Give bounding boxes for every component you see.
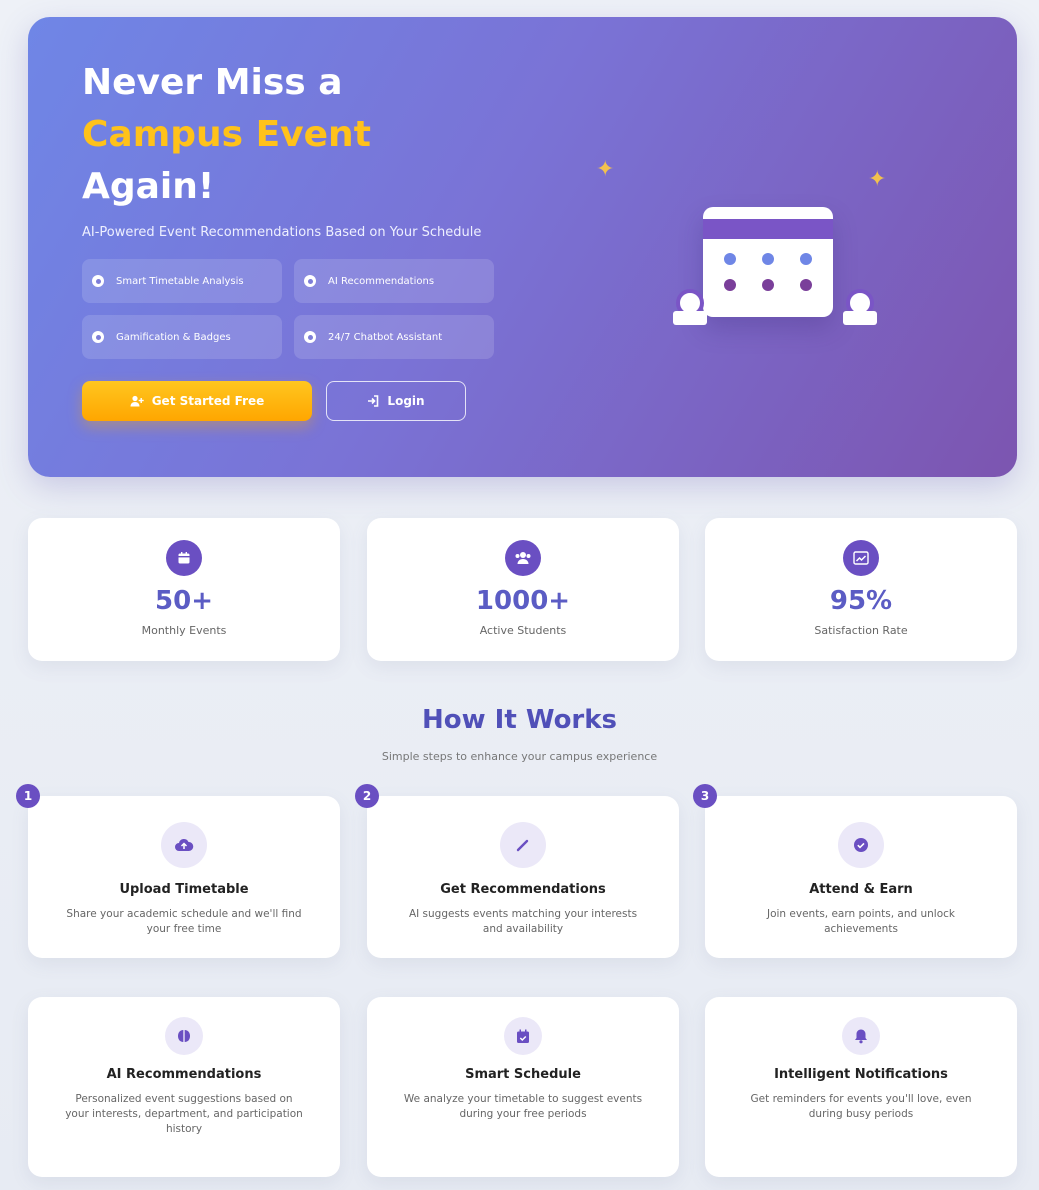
feature-pill-label: Smart Timetable Analysis xyxy=(116,275,244,287)
cloud-upload-icon xyxy=(161,822,207,868)
sign-in-icon xyxy=(368,395,379,407)
hero-title-line3: Again! xyxy=(82,166,215,207)
calendar-ring-right xyxy=(843,289,877,339)
step-description: Join events, earn points, and unlock ach… xyxy=(766,908,956,935)
feature-pill-label: Gamification & Badges xyxy=(116,331,231,343)
feature-pill-ai: AI Recommendations xyxy=(294,259,494,303)
stat-card-events: 50+ Monthly Events xyxy=(28,518,340,661)
get-started-button[interactable]: Get Started Free xyxy=(82,381,312,421)
feature-title: AI Recommendations xyxy=(106,1067,262,1082)
calendar-illustration: ✦ ✦ xyxy=(588,127,908,347)
feature-pill-chatbot: 24/7 Chatbot Assistant xyxy=(294,315,494,359)
sparkle-icon: ✦ xyxy=(596,157,615,182)
robot-icon xyxy=(304,275,316,287)
calendar-icon xyxy=(703,207,833,317)
feature-description: Personalized event suggestions based on … xyxy=(65,1093,303,1135)
step-number-badge: 3 xyxy=(693,784,717,808)
clock-icon xyxy=(92,275,104,287)
hero-content: Never Miss a Campus Event Again! AI-Powe… xyxy=(82,57,532,421)
step-title: Attend & Earn xyxy=(809,882,913,897)
hero-subtitle: AI-Powered Event Recommendations Based o… xyxy=(82,225,482,240)
sparkle-icon: ✦ xyxy=(868,167,887,192)
section-subtitle: Simple steps to enhance your campus expe… xyxy=(381,750,658,763)
login-label: Login xyxy=(387,394,425,408)
stat-label: Monthly Events xyxy=(141,624,227,637)
feature-card-notifications: Intelligent Notifications Get reminders … xyxy=(705,997,1017,1177)
feature-description: Get reminders for events you'll love, ev… xyxy=(750,1093,972,1120)
section-title: How It Works xyxy=(421,705,618,735)
bell-icon xyxy=(842,1017,880,1055)
calendar-icon xyxy=(166,540,202,576)
feature-card-schedule: Smart Schedule We analyze your timetable… xyxy=(367,997,679,1177)
hero-title-line1: Never Miss a xyxy=(82,62,343,103)
feature-title: Intelligent Notifications xyxy=(774,1067,948,1082)
step-description: AI suggests events matching your interes… xyxy=(408,908,638,935)
calendar-ring-left xyxy=(673,289,707,339)
trophy-icon xyxy=(92,331,104,343)
feature-description: We analyze your timetable to suggest eve… xyxy=(403,1093,643,1120)
feature-pill-label: 24/7 Chatbot Assistant xyxy=(328,331,443,343)
check-circle-icon xyxy=(838,822,884,868)
stat-card-students: 1000+ Active Students xyxy=(367,518,679,661)
feature-title: Smart Schedule xyxy=(465,1067,581,1082)
step-number-badge: 1 xyxy=(16,784,40,808)
feature-pill-label: AI Recommendations xyxy=(328,275,435,287)
chat-icon xyxy=(304,331,316,343)
stat-value: 50+ xyxy=(155,586,213,616)
magic-wand-icon xyxy=(500,822,546,868)
stat-value: 95% xyxy=(829,586,893,616)
stat-card-satisfaction: 95% Satisfaction Rate xyxy=(705,518,1017,661)
step-card-recommendations: Get Recommendations AI suggests events m… xyxy=(367,796,679,958)
step-card-upload: Upload Timetable Share your academic sch… xyxy=(28,796,340,958)
feature-card-ai: AI Recommendations Personalized event su… xyxy=(28,997,340,1177)
feature-pill-gamification: Gamification & Badges xyxy=(82,315,282,359)
stat-value: 1000+ xyxy=(475,586,571,616)
login-button[interactable]: Login xyxy=(326,381,466,421)
hero-title: Never Miss a Campus Event Again! xyxy=(82,57,532,213)
hero-cta-group: Get Started Free Login xyxy=(82,381,532,421)
step-title: Get Recommendations xyxy=(440,882,606,897)
calendar-check-icon xyxy=(504,1017,542,1055)
hero-title-accent: Campus Event xyxy=(82,114,371,155)
chart-line-icon xyxy=(843,540,879,576)
get-started-label: Get Started Free xyxy=(151,394,265,408)
user-plus-icon xyxy=(130,395,144,407)
step-number-badge: 2 xyxy=(355,784,379,808)
step-title: Upload Timetable xyxy=(119,882,249,897)
users-icon xyxy=(505,540,541,576)
hero-feature-list: Smart Timetable Analysis AI Recommendati… xyxy=(82,259,532,359)
feature-pill-timetable: Smart Timetable Analysis xyxy=(82,259,282,303)
brain-icon xyxy=(165,1017,203,1055)
stat-label: Active Students xyxy=(479,624,567,637)
stat-label: Satisfaction Rate xyxy=(814,624,908,637)
step-description: Share your academic schedule and we'll f… xyxy=(66,908,302,935)
step-card-attend: Attend & Earn Join events, earn points, … xyxy=(705,796,1017,958)
hero-banner: Never Miss a Campus Event Again! AI-Powe… xyxy=(28,17,1017,477)
